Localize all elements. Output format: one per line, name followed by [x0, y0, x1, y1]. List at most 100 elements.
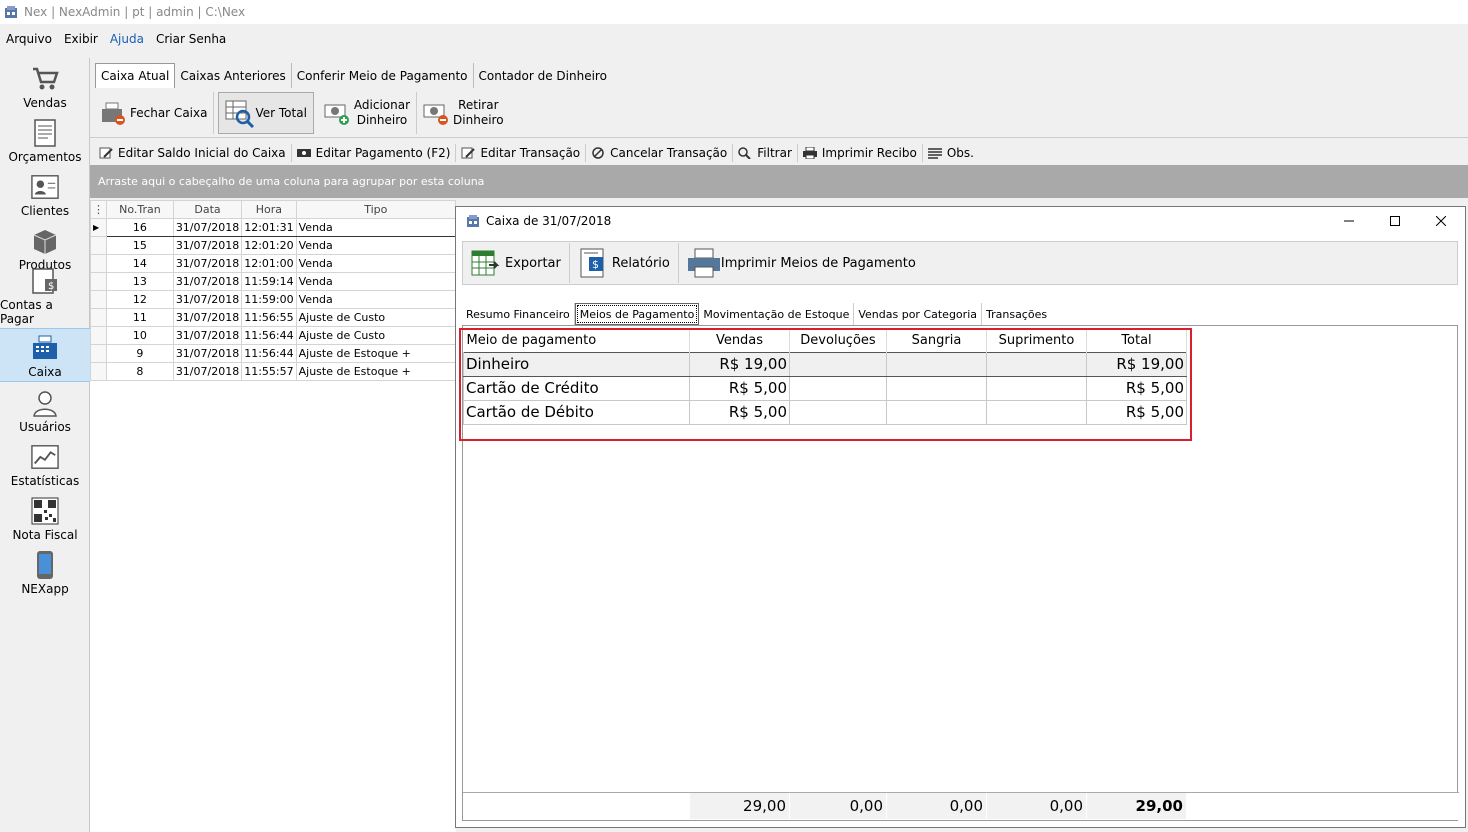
obs-button[interactable]: Obs. — [923, 144, 979, 162]
label: Editar Transação — [480, 146, 581, 160]
tab-movimentacao-de-estoque[interactable]: Movimentação de Estoque — [699, 303, 855, 325]
sidebar-label: Caixa — [28, 365, 62, 379]
minimize-icon — [1344, 220, 1354, 222]
title-bar: Nex | NexAdmin | pt | admin | C:\Nex — [0, 0, 1468, 24]
total-suprimento: 0,00 — [987, 793, 1087, 819]
label: Imprimir Recibo — [821, 146, 917, 160]
label: Editar Pagamento (F2) — [315, 146, 451, 160]
table-cell: 12:01:00 — [241, 254, 297, 273]
group-by-bar[interactable]: Arraste aqui o cabeçalho de uma coluna p… — [90, 165, 1468, 198]
table-row[interactable]: 12 31/07/2018 11:59:00 Venda — [90, 290, 457, 309]
sidebar-item-nota-fiscal[interactable]: Nota Fiscal — [0, 490, 90, 544]
table-cell: 31/07/2018 — [172, 254, 243, 273]
relatorio-button[interactable]: $ Relatório — [570, 243, 679, 283]
retirar-dinheiro-label: Retirar Dinheiro — [453, 98, 504, 128]
footer-spacer — [463, 793, 690, 819]
table-cell: 31/07/2018 — [172, 344, 243, 363]
notes-icon — [927, 147, 942, 159]
relatorio-label: Relatório — [611, 255, 670, 271]
magnifier-table-icon — [225, 100, 255, 128]
row-indicator — [90, 236, 107, 255]
maximize-button[interactable] — [1372, 207, 1418, 235]
add-money-icon — [324, 100, 350, 126]
editar-transacao-button[interactable]: Editar Transação — [456, 144, 587, 162]
table-row[interactable]: 11 31/07/2018 11:56:55 Ajuste de Custo — [90, 308, 457, 327]
col-header[interactable]: Hora — [241, 200, 297, 219]
menu-ajuda[interactable]: Ajuda — [104, 32, 150, 46]
dialog-toolbar: Exportar $ Relatório Imprimir Meios de P… — [462, 241, 1458, 285]
sidebar-item-caixa[interactable]: Caixa — [0, 328, 90, 382]
sidebar-item-nexapp[interactable]: NEXapp — [0, 544, 90, 598]
fechar-caixa-button[interactable]: Fechar Caixa — [94, 91, 215, 134]
col-header[interactable]: No.Tran — [106, 200, 174, 219]
table-row[interactable]: 13 31/07/2018 11:59:14 Venda — [90, 272, 457, 291]
col-header[interactable]: Data — [172, 200, 243, 219]
table-cell: 12 — [106, 290, 174, 309]
editar-pagamento-button[interactable]: Editar Pagamento (F2) — [292, 144, 457, 162]
sidebar-item-orcamentos[interactable]: Orçamentos — [0, 112, 90, 166]
tab-meios-de-pagamento[interactable]: Meios de Pagamento — [574, 303, 700, 325]
table-cell: 11:59:14 — [241, 272, 297, 291]
close-button[interactable] — [1418, 207, 1464, 235]
table-cell: Venda — [295, 290, 457, 309]
svg-text:$: $ — [48, 281, 54, 292]
minimize-button[interactable] — [1326, 207, 1372, 235]
menu-exibir[interactable]: Exibir — [58, 32, 104, 46]
col-header[interactable]: Tipo — [295, 200, 457, 219]
caixa-dialog: Caixa de 31/07/2018 Exportar $ Relatório… — [455, 206, 1466, 828]
app-icon — [467, 215, 479, 227]
ver-total-button[interactable]: Ver Total — [218, 91, 314, 134]
retirar-dinheiro-button[interactable]: Retirar Dinheiro — [417, 92, 510, 134]
exportar-label: Exportar — [505, 255, 561, 271]
row-indicator: ▶ — [90, 218, 107, 237]
imprimir-recibo-button[interactable]: Imprimir Recibo — [798, 144, 923, 162]
table-row[interactable]: 10 31/07/2018 11:56:44 Ajuste de Custo — [90, 326, 457, 345]
table-row[interactable]: 9 31/07/2018 11:56:44 Ajuste de Estoque + — [90, 344, 457, 363]
table-cell: 12:01:20 — [241, 236, 297, 255]
totals-footer: 29,00 0,00 0,00 0,00 29,00 — [463, 792, 1459, 820]
table-cell: 31/07/2018 — [172, 218, 243, 237]
highlight-box — [459, 328, 1192, 441]
ver-total-label: Ver Total — [255, 105, 307, 120]
tab-caixa-atual[interactable]: Caixa Atual — [95, 63, 176, 88]
total-devolucoes: 0,00 — [790, 793, 887, 819]
table-cell: 8 — [106, 362, 174, 381]
sidebar-item-usuarios[interactable]: Usuários — [0, 382, 90, 436]
tab-vendas-por-categoria[interactable]: Vendas por Categoria — [854, 303, 982, 325]
sidebar-item-produtos[interactable]: Produtos — [0, 220, 90, 274]
total-vendas: 29,00 — [690, 793, 790, 819]
table-row[interactable]: 8 31/07/2018 11:55:57 Ajuste de Estoque + — [90, 362, 457, 381]
table-row[interactable]: 14 31/07/2018 12:01:00 Venda — [90, 254, 457, 273]
label: Obs. — [946, 146, 974, 160]
table-row[interactable]: 15 31/07/2018 12:01:20 Venda — [90, 236, 457, 255]
sidebar-item-estatisticas[interactable]: Estatísticas — [0, 436, 90, 490]
tab-resumo-financeiro[interactable]: Resumo Financeiro — [462, 303, 575, 325]
tab-caixas-anteriores[interactable]: Caixas Anteriores — [175, 63, 292, 88]
label: Editar Saldo Inicial do Caixa — [118, 146, 286, 160]
table-cell: 16 — [106, 218, 174, 237]
dinheiro-line: Dinheiro — [453, 112, 504, 127]
table-cell: 9 — [106, 344, 174, 363]
exportar-button[interactable]: Exportar — [463, 243, 570, 283]
table-cell: 13 — [106, 272, 174, 291]
imprimir-meios-button[interactable]: Imprimir Meios de Pagamento — [679, 243, 924, 283]
table-cell: 10 — [106, 326, 174, 345]
table-row[interactable]: ▶ 16 31/07/2018 12:01:31 Venda — [90, 218, 457, 237]
cancelar-transacao-button[interactable]: Cancelar Transação — [586, 144, 734, 162]
main-toolbar: Fechar Caixa Ver Total Adicionar Dinheiro… — [90, 88, 1468, 138]
spreadsheet-export-icon — [471, 248, 501, 278]
tab-conferir-meio-de-pagamento[interactable]: Conferir Meio de Pagamento — [292, 63, 474, 88]
editar-saldo-inicial-button[interactable]: Editar Saldo Inicial do Caixa — [94, 144, 292, 162]
tab-contador-de-dinheiro[interactable]: Contador de Dinheiro — [474, 63, 612, 88]
sidebar-item-clientes[interactable]: Clientes — [0, 166, 90, 220]
menu-arquivo[interactable]: Arquivo — [0, 32, 58, 46]
adicionar-dinheiro-button[interactable]: Adicionar Dinheiro — [318, 91, 418, 134]
sidebar-item-vendas[interactable]: Vendas — [0, 58, 90, 112]
menu-criar-senha[interactable]: Criar Senha — [150, 32, 232, 46]
table-cell: Ajuste de Custo — [295, 308, 457, 327]
sidebar-item-contas-a-pagar[interactable]: $ Contas a Pagar — [0, 268, 90, 328]
filtrar-button[interactable]: Filtrar — [733, 144, 798, 162]
tab-transacoes[interactable]: Transações — [982, 303, 1051, 325]
table-cell: 11 — [106, 308, 174, 327]
edit-icon — [461, 147, 476, 159]
